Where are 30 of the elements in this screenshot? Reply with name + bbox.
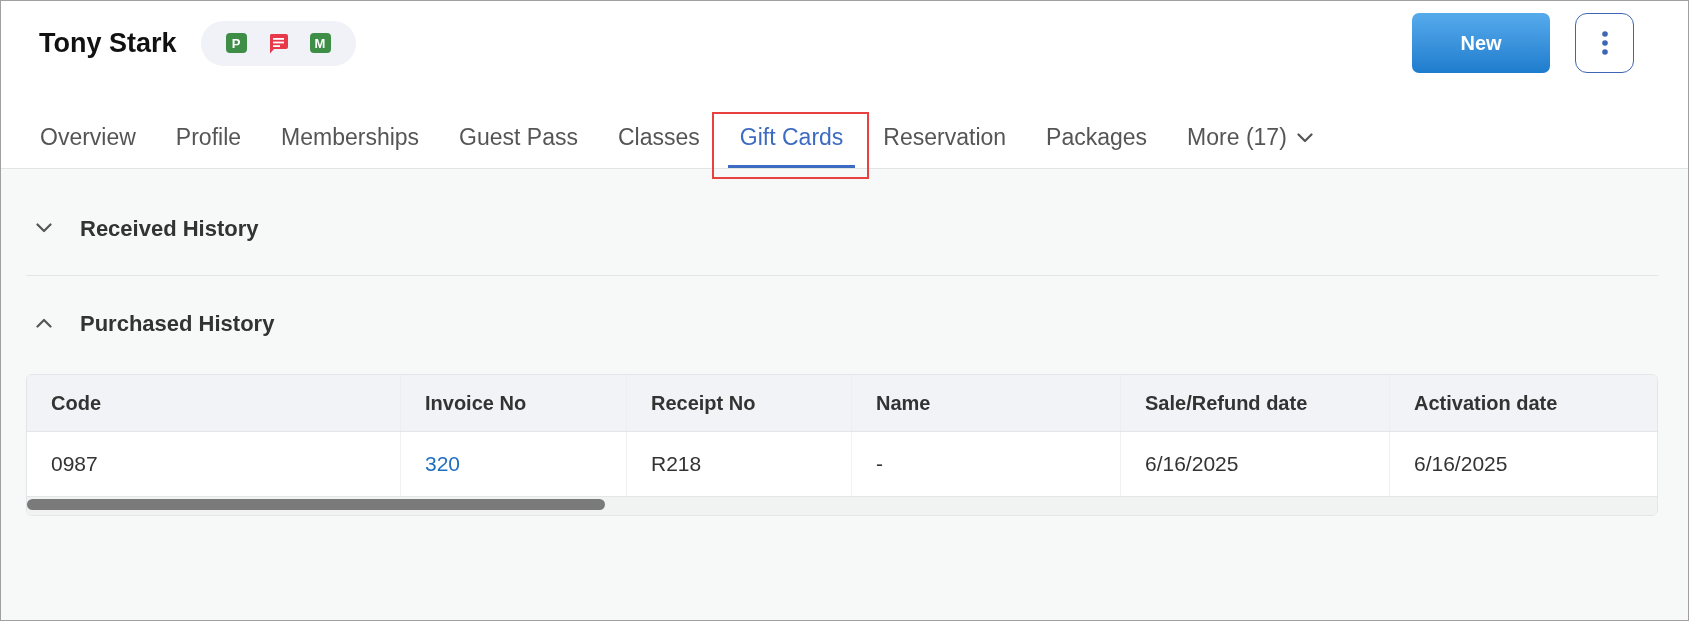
more-tabs-dropdown[interactable]: More (17) xyxy=(1175,110,1325,168)
tab[interactable]: Packages xyxy=(1034,110,1160,168)
table-cell-text: 6/16/2025 xyxy=(1414,451,1508,478)
letter-badge: M xyxy=(309,33,331,53)
column-header: Sale/Refund date xyxy=(1145,391,1308,416)
table-cell-text: R218 xyxy=(651,451,702,478)
more-options-button[interactable] xyxy=(1575,13,1634,73)
table-cell-text: 6/16/2025 xyxy=(1145,451,1239,478)
customer-name: Tony Stark xyxy=(39,26,177,60)
column-header: Activation date xyxy=(1414,391,1558,416)
chevron-down-icon xyxy=(1296,132,1313,143)
invoice-link[interactable]: 320 xyxy=(425,448,461,480)
tab[interactable]: Overview xyxy=(28,110,148,168)
column-header: Receipt No xyxy=(651,391,756,416)
column-header: Code xyxy=(51,391,101,416)
tab[interactable]: Profile xyxy=(163,110,254,168)
table-cell-text: - xyxy=(876,451,883,478)
tab[interactable]: Guest Pass xyxy=(447,110,590,168)
column-header: Invoice No xyxy=(425,391,527,416)
scrollbar-thumb[interactable] xyxy=(27,499,605,510)
more-vertical-icon xyxy=(1601,31,1608,55)
table-cell-text: 0987 xyxy=(51,451,98,478)
tab[interactable]: Reservation xyxy=(871,110,1019,168)
section-toggle[interactable]: Received History xyxy=(36,211,259,245)
tab[interactable]: Classes xyxy=(606,110,712,168)
section-toggle[interactable]: Purchased History xyxy=(36,306,275,340)
tab[interactable]: Memberships xyxy=(269,110,432,168)
column-header: Name xyxy=(876,391,931,416)
letter-badge: P xyxy=(225,33,247,53)
tab[interactable]: Gift Cards xyxy=(727,110,856,168)
